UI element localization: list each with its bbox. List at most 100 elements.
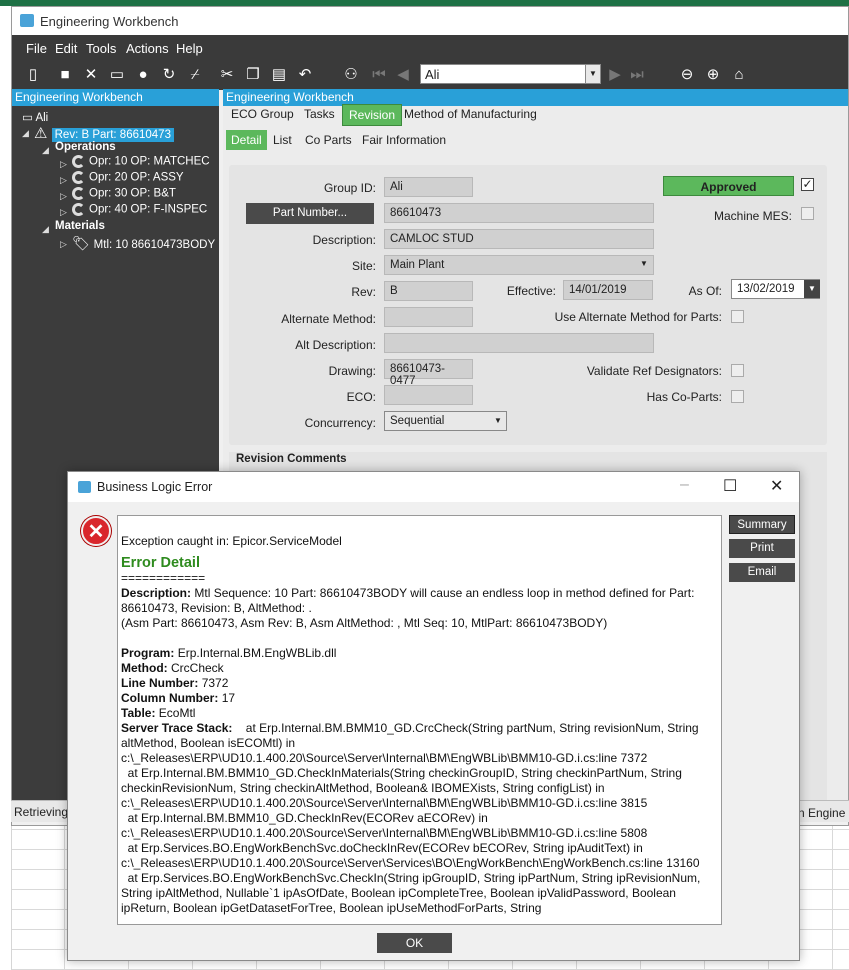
menu-file[interactable]: File [26,41,47,56]
record-nav-input[interactable]: Ali [420,64,600,84]
expand-icon[interactable]: ◢ [42,224,49,235]
tab-tasks[interactable]: Tasks [298,104,341,126]
concurrency-select[interactable]: Sequential [384,411,507,431]
close-icon[interactable]: ✕ [770,476,783,496]
minimize-icon[interactable]: – [680,476,689,494]
window-title: Engineering Workbench [40,14,179,29]
tree-operation-item[interactable]: Opr: 10 OP: MATCHEC [72,155,210,168]
last-record-icon[interactable]: ⏭ [628,66,646,84]
tab-method-of-manufacturing[interactable]: Method of Manufacturing [398,104,543,126]
collapsed-icon[interactable]: ▷ [60,159,67,170]
drawing-field[interactable]: 86610473-0477 [384,359,473,387]
email-button[interactable]: Email [729,563,795,582]
summary-button[interactable]: Summary [729,515,795,534]
validate-ref-designators-checkbox[interactable] [731,364,744,377]
part-number-button[interactable]: Part Number... [246,203,374,224]
tab-eco-group[interactable]: ECO Group [225,104,300,126]
home-icon[interactable]: ⌂ [730,66,748,84]
rev-label: Rev: [351,285,376,299]
ok-button[interactable]: OK [377,933,452,953]
title-bar[interactable]: Engineering Workbench [12,7,848,35]
subtab-co-parts[interactable]: Co Parts [300,130,357,150]
subtab-list[interactable]: List [268,130,297,150]
site-select[interactable]: Main Plant [384,255,654,275]
menu-help[interactable]: Help [176,41,203,56]
tree-operation-item[interactable]: Opr: 30 OP: B&T [72,187,176,200]
eco-label: ECO: [346,390,376,404]
binoculars-icon[interactable]: ⚇ [342,66,360,84]
stack-key: Server Trace Stack: [121,721,233,735]
maximize-icon[interactable]: ☐ [723,476,737,496]
alternate-method-field[interactable] [384,307,473,327]
operation-label: Opr: 30 OP: B&T [89,187,176,200]
copy-icon[interactable]: ❐ [244,66,262,84]
chevron-down-icon[interactable]: ▼ [640,259,648,268]
new-icon[interactable]: ▯ [24,66,42,84]
tree-materials[interactable]: Materials [55,220,105,232]
subtab-fair-information[interactable]: Fair Information [357,130,451,150]
tree-operations[interactable]: Operations [55,141,116,153]
menu-bar: File Edit Tools Actions Help [12,35,848,60]
error-message-box[interactable]: Exception caught in: Epicor.ServiceModel… [117,515,722,925]
collapsed-icon[interactable]: ▷ [60,191,67,202]
menu-edit[interactable]: Edit [55,41,77,56]
collapsed-icon[interactable]: ▷ [60,239,67,250]
first-record-icon[interactable]: ⏮ [370,66,388,84]
eco-field[interactable] [384,385,473,405]
forward-icon[interactable]: ⊕ [704,66,722,84]
folder-icon: ▭ [22,112,36,124]
tag-icon: 🏷 [72,235,94,251]
undo-icon[interactable]: ↶ [296,66,314,84]
description-field[interactable]: CAMLOC STUD [384,229,654,249]
expand-icon[interactable]: ◢ [42,145,49,156]
print-button[interactable]: Print [729,539,795,558]
material-label: Mtl: 10 86610473BODY [93,239,216,251]
tab-revision[interactable]: Revision [342,104,403,126]
refresh-icon[interactable]: ↻ [160,66,178,84]
cut-icon[interactable]: ✂ [218,66,236,84]
chevron-down-icon[interactable]: ▼ [494,416,502,425]
subtab-detail[interactable]: Detail [226,130,267,150]
clear-icon[interactable]: ▭ [108,66,126,84]
paste-icon[interactable]: ▤ [270,66,288,84]
broom-icon[interactable]: ⌿ [186,66,204,84]
alt-description-field[interactable] [384,333,654,353]
stack-line: at Erp.Services.BO.EngWorkBenchSvc.doChe… [121,841,700,870]
table-key: Table: [121,706,156,720]
tree-operation-item[interactable]: Opr: 20 OP: ASSY [72,171,184,184]
tree-material-item[interactable]: 🏷 Mtl: 10 86610473BODY [72,235,215,252]
expand-icon[interactable]: ◢ [22,128,29,139]
tree-rev-node[interactable]: ⚠ Rev: B Part: 86610473 [34,124,174,142]
concurrency-label: Concurrency: [304,416,376,430]
collapsed-icon[interactable]: ▷ [60,175,67,186]
error-detail-heading: Error Detail [121,555,200,571]
warning-icon: ⚠ [34,125,52,142]
column-key: Column Number: [121,691,219,705]
dialog-title-bar[interactable]: Business Logic Error – ☐ ✕ [68,472,799,502]
chat-icon[interactable]: ● [134,66,152,84]
effective-field: 14/01/2019 [563,280,653,300]
delete-icon[interactable]: ✕ [82,66,100,84]
menu-tools[interactable]: Tools [86,41,116,56]
back-icon[interactable]: ⊖ [678,66,696,84]
drawing-label: Drawing: [328,364,376,378]
prev-record-icon[interactable]: ◀ [394,66,412,84]
calendar-dropdown-icon[interactable]: ▼ [804,280,820,298]
part-number-field[interactable]: 86610473 [384,203,654,223]
collapsed-icon[interactable]: ▷ [60,207,67,218]
tree-pane-header: Engineering Workbench [12,89,219,106]
approved-checkbox[interactable]: ✓ [801,178,814,191]
save-icon[interactable]: ■ [56,66,74,84]
tree-operation-item[interactable]: Opr: 40 OP: F-INSPEC [72,203,207,216]
next-record-icon[interactable]: ▶ [606,66,624,84]
operation-label: Opr: 10 OP: MATCHEC [89,155,210,168]
chevron-down-icon[interactable]: ▼ [585,64,601,84]
machine-mes-checkbox[interactable] [801,207,814,220]
machine-mes-label: Machine MES: [713,209,792,223]
use-alternate-method-checkbox[interactable] [731,310,744,323]
tree-root[interactable]: ▭ Ali [22,110,48,124]
has-co-parts-checkbox[interactable] [731,390,744,403]
status-right-text: n Engine [798,806,846,820]
menu-actions[interactable]: Actions [126,41,169,56]
as-of-label: As Of: [688,284,722,298]
